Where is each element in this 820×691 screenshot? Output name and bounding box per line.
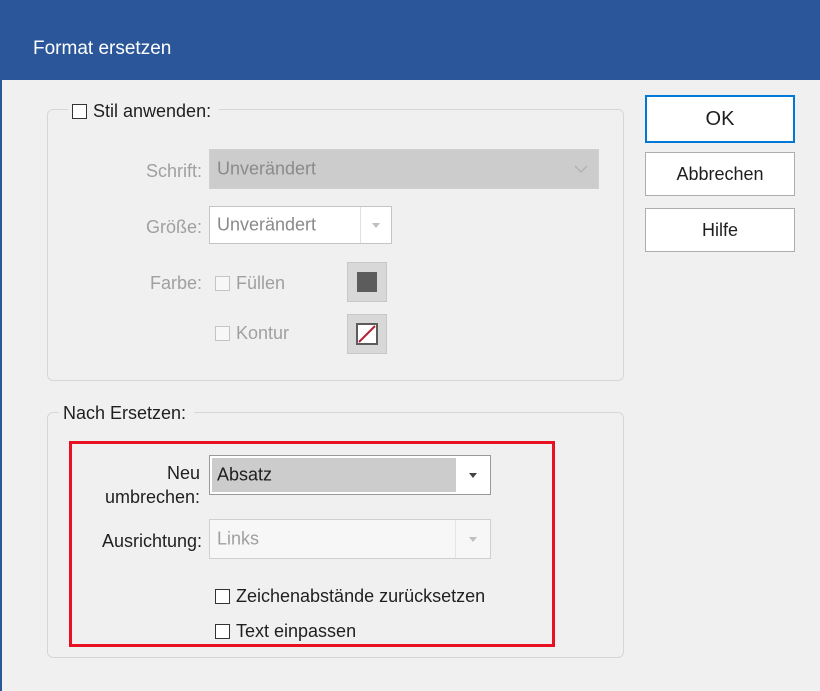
help-button[interactable]: Hilfe — [645, 208, 795, 252]
fill-swatch-icon — [357, 272, 377, 292]
dropdown-arrow-icon — [360, 207, 391, 243]
window-border — [0, 80, 2, 691]
color-label: Farbe: — [149, 273, 202, 293]
fill-checkbox[interactable] — [215, 275, 230, 291]
chevron-down-icon — [564, 150, 598, 188]
no-stroke-icon — [356, 323, 378, 345]
fill-option[interactable]: Füllen — [215, 272, 285, 294]
apply-style-checkbox[interactable] — [72, 103, 87, 119]
font-label: Schrift: — [145, 161, 202, 181]
stroke-checkbox[interactable] — [215, 325, 230, 341]
font-select-value: Unverändert — [217, 158, 317, 179]
size-select[interactable]: Unverändert — [209, 206, 392, 244]
size-select-value: Unverändert — [217, 214, 317, 235]
cancel-button[interactable]: Abbrechen — [645, 152, 795, 196]
highlight-frame — [69, 441, 555, 647]
apply-style-legend: Stil anwenden: — [68, 100, 220, 122]
title-bar: Format ersetzen — [0, 0, 820, 80]
fill-color-swatch[interactable] — [347, 262, 387, 302]
stroke-option[interactable]: Kontur — [215, 322, 289, 344]
font-select[interactable]: Unverändert — [209, 149, 599, 189]
size-label: Größe: — [145, 217, 202, 237]
fill-label: Füllen — [236, 273, 286, 293]
format-replace-dialog: Format ersetzen Stil anwenden: Schrift: … — [0, 0, 820, 691]
window-title: Format ersetzen — [33, 38, 172, 59]
stroke-label: Kontur — [236, 323, 290, 343]
stroke-color-swatch[interactable] — [347, 314, 387, 354]
apply-style-label: Stil anwenden: — [93, 101, 212, 121]
ok-button[interactable]: OK — [645, 95, 795, 143]
after-replace-legend: Nach Ersetzen: — [59, 402, 195, 424]
